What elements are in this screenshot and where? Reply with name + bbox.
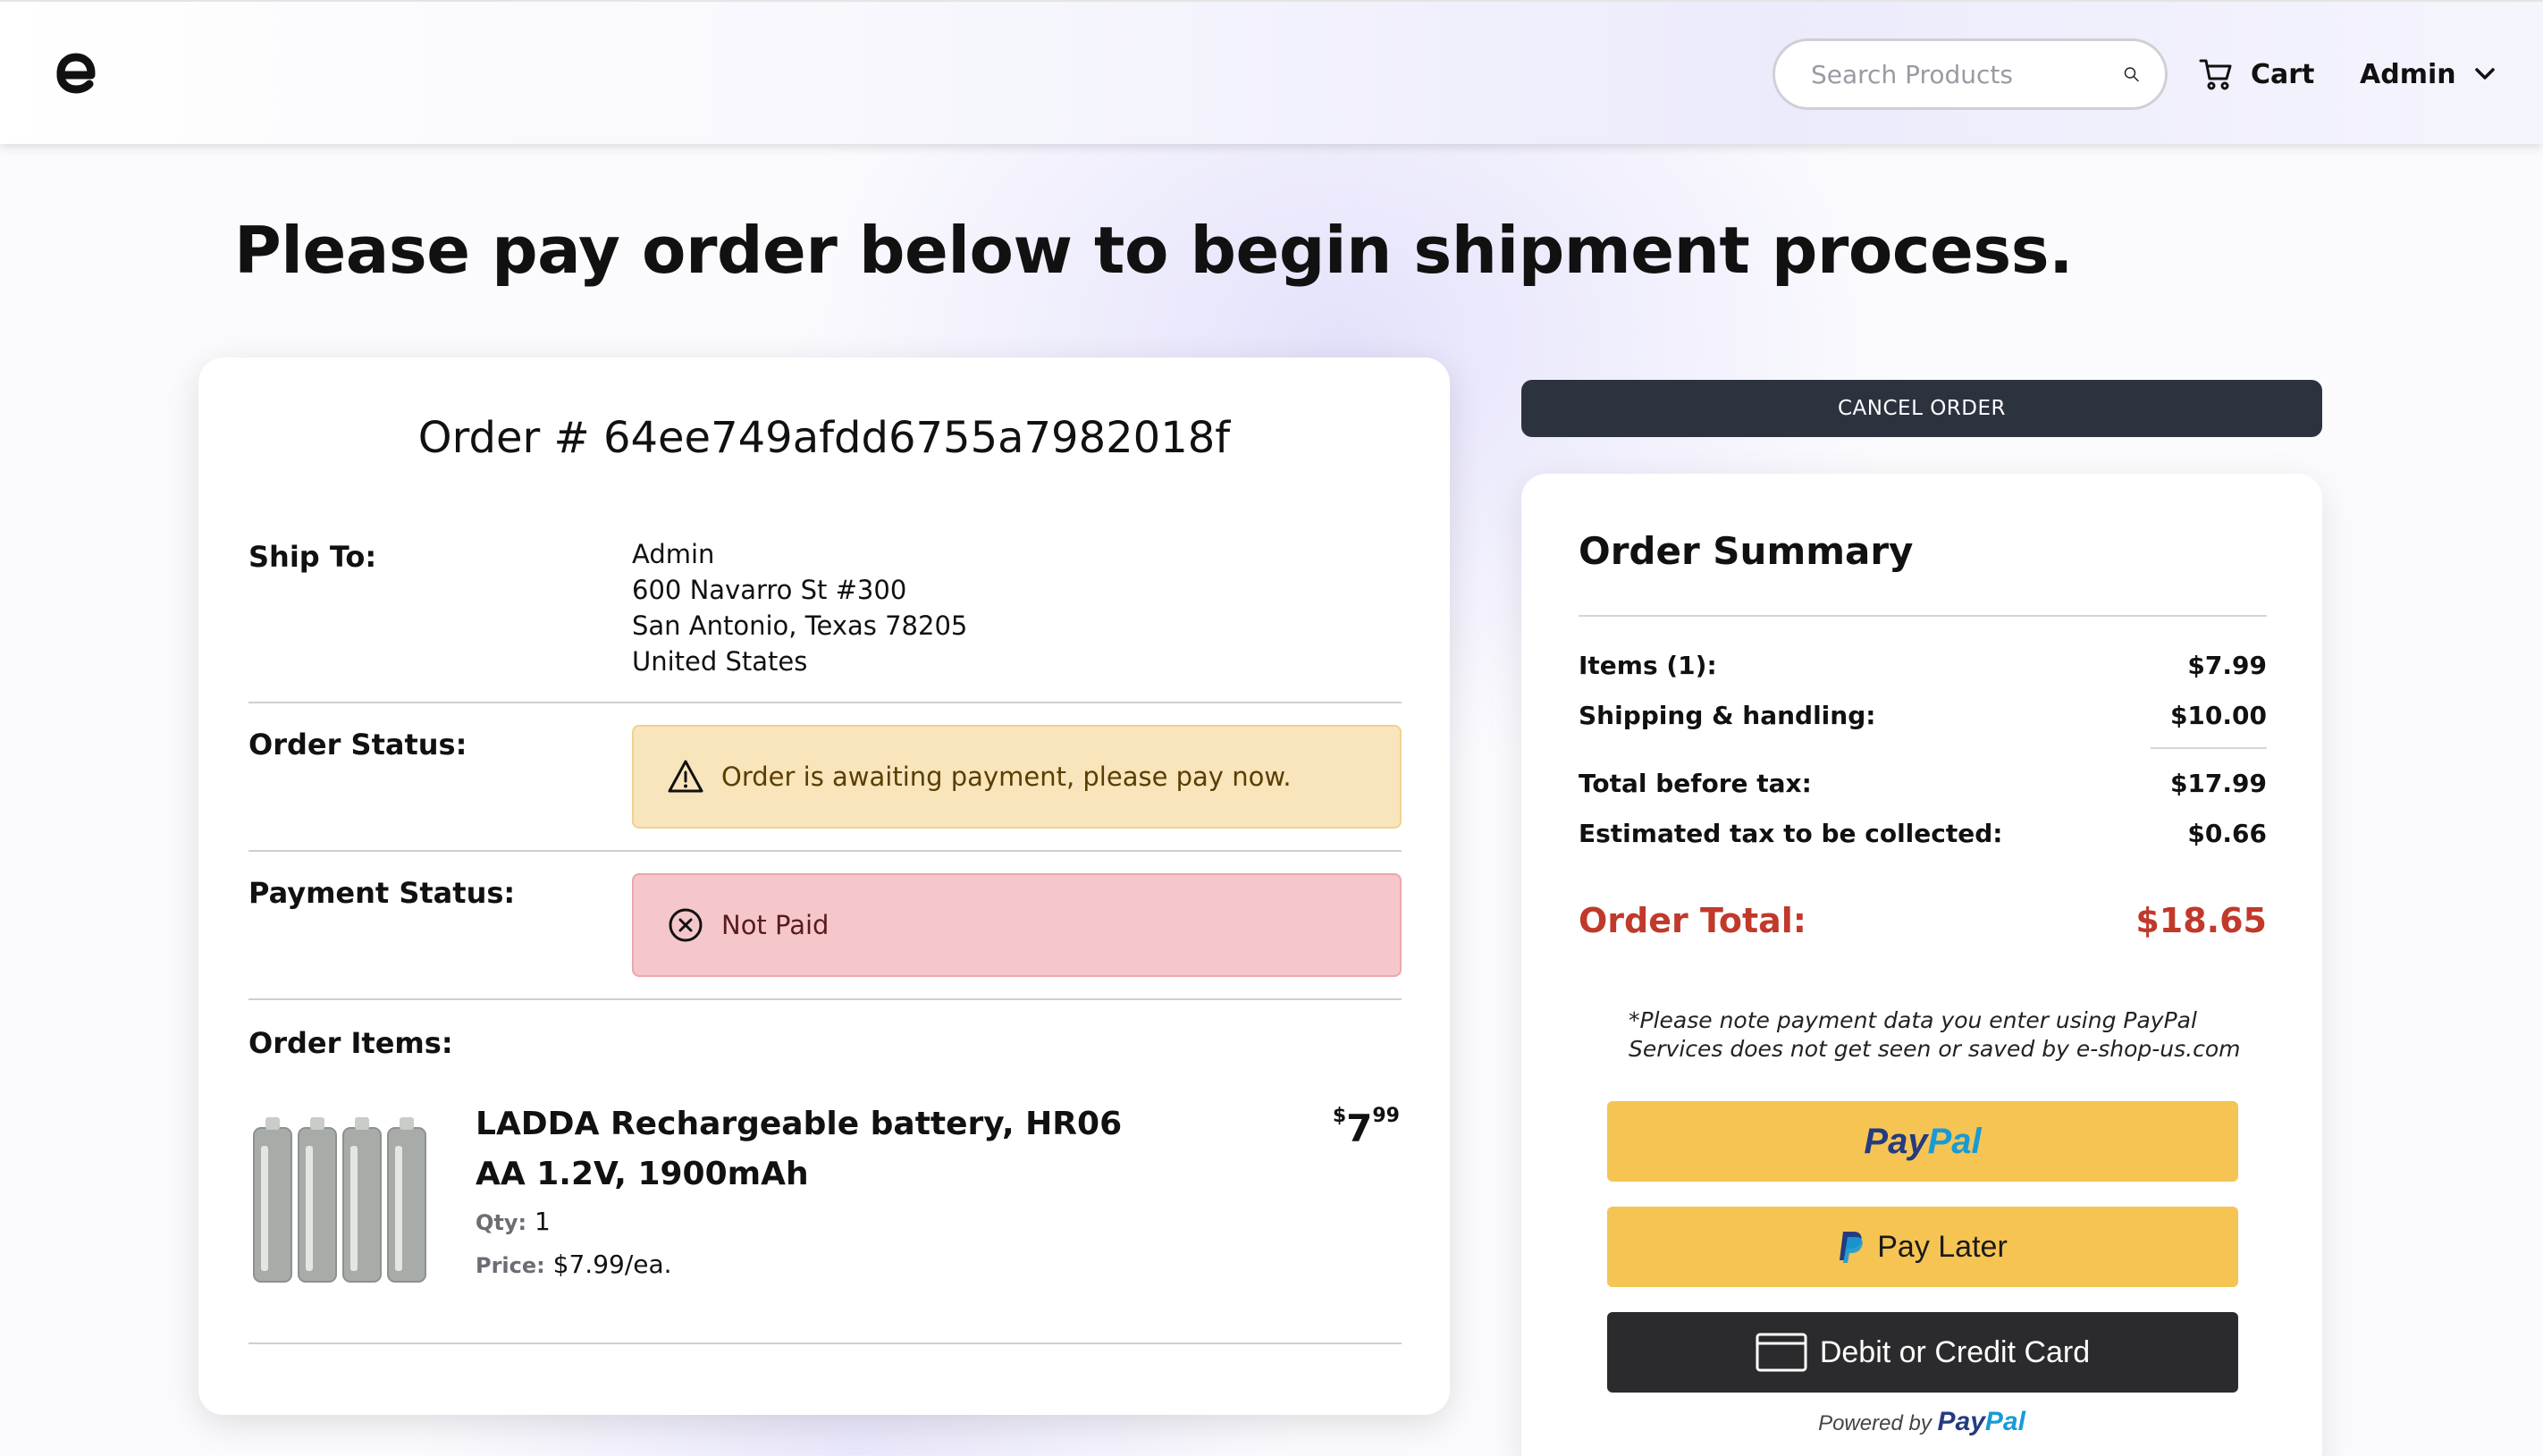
product-price: $799	[1333, 1105, 1400, 1150]
summary-shipping-row: Shipping & handling: $10.00	[1579, 701, 2267, 730]
ship-to-label: Ship To:	[248, 540, 377, 574]
payment-privacy-note: *Please note payment data you enter usin…	[1629, 1006, 2254, 1064]
product-name[interactable]: LADDA Rechargeable battery, HR06 AA 1.2V…	[476, 1099, 1155, 1199]
order-total-label: Order Total:	[1579, 901, 1806, 940]
cart-icon	[2199, 59, 2232, 90]
paypal-logo: PayPal	[1864, 1121, 1982, 1161]
divider	[1579, 615, 2267, 617]
cancel-order-button[interactable]: CANCEL ORDER	[1521, 380, 2322, 437]
order-status-text: Order is awaiting payment, please pay no…	[721, 762, 1292, 792]
close-circle-icon	[669, 908, 703, 942]
summary-shipping-label: Shipping & handling:	[1579, 701, 1876, 730]
credit-card-icon	[1756, 1333, 1807, 1372]
debit-credit-card-button[interactable]: Debit or Credit Card	[1607, 1312, 2238, 1393]
summary-items-label: Items (1):	[1579, 651, 1717, 680]
payment-status-alert: Not Paid	[632, 873, 1402, 977]
qty-label: Qty:	[476, 1210, 527, 1235]
page-title: Please pay order below to begin shipment…	[234, 213, 2073, 288]
order-total-value: $18.65	[2135, 901, 2267, 940]
search-box[interactable]	[1773, 38, 2168, 110]
order-details-card: Order # 64ee749afdd6755a7982018f Ship To…	[198, 358, 1450, 1415]
summary-tax-value: $0.66	[2187, 819, 2267, 848]
order-items-label: Order Items:	[248, 1026, 453, 1060]
price-whole: 7	[1346, 1107, 1373, 1150]
powered-by-paypal: Powered by PayPal	[1521, 1407, 2322, 1437]
logo-icon[interactable]	[50, 48, 100, 98]
summary-tax-label: Estimated tax to be collected:	[1579, 819, 2003, 848]
address-line: Admin	[632, 539, 715, 569]
paypal-button[interactable]: PayPal	[1607, 1101, 2238, 1182]
order-status-label: Order Status:	[248, 728, 467, 762]
cart-label: Cart	[2251, 58, 2315, 90]
pay-later-label: Pay Later	[1877, 1229, 2008, 1264]
debit-credit-card-label: Debit or Credit Card	[1819, 1334, 2091, 1369]
warning-icon	[668, 760, 703, 793]
qty-value: 1	[535, 1207, 551, 1236]
address-line: United States	[632, 646, 808, 677]
divider	[248, 702, 1402, 703]
address-line: San Antonio, Texas 78205	[632, 610, 968, 641]
shipping-address: Admin 600 Navarro St #300 San Antonio, T…	[632, 536, 967, 679]
product-qty: Qty: 1	[476, 1207, 551, 1236]
payment-status-text: Not Paid	[721, 910, 829, 940]
address-line: 600 Navarro St #300	[632, 575, 907, 605]
chevron-down-icon	[2474, 68, 2495, 80]
order-status-alert: Order is awaiting payment, please pay no…	[632, 725, 1402, 829]
price-each-value: $7.99/ea.	[552, 1250, 672, 1279]
order-id: Order # 64ee749afdd6755a7982018f	[417, 413, 1231, 463]
pay-later-button[interactable]: Pay Later	[1607, 1207, 2238, 1287]
divider	[248, 1342, 1402, 1344]
order-summary-card: Order Summary Items (1): $7.99 Shipping …	[1521, 474, 2322, 1456]
subtotal-divider	[2151, 747, 2267, 749]
powered-by-label: Powered by	[1818, 1411, 1932, 1435]
product-image[interactable]	[248, 1110, 436, 1289]
top-navbar: Cart Admin	[0, 0, 2543, 144]
paypal-logo: PayPal	[1937, 1407, 2025, 1436]
summary-before-tax-row: Total before tax: $17.99	[1579, 769, 2267, 798]
summary-tax-row: Estimated tax to be collected: $0.66	[1579, 819, 2267, 848]
summary-before-tax-value: $17.99	[2169, 769, 2267, 798]
summary-before-tax-label: Total before tax:	[1579, 769, 1812, 798]
note-line: *Please note payment data you enter usin…	[1629, 1007, 2197, 1033]
summary-items-value: $7.99	[2187, 651, 2267, 680]
summary-shipping-value: $10.00	[2169, 701, 2267, 730]
summary-title: Order Summary	[1579, 529, 1914, 573]
divider	[248, 998, 1402, 1000]
price-currency: $	[1332, 1105, 1347, 1127]
summary-items-row: Items (1): $7.99	[1579, 651, 2267, 680]
product-unit-price: Price: $7.99/ea.	[476, 1250, 672, 1279]
user-menu-label: Admin	[2360, 58, 2456, 90]
summary-total-row: Order Total: $18.65	[1579, 901, 2267, 940]
paypal-p-icon	[1840, 1232, 1863, 1263]
user-menu[interactable]: Admin	[2360, 54, 2497, 95]
price-cents: 99	[1372, 1105, 1400, 1127]
search-icon[interactable]	[2123, 57, 2140, 91]
note-line: Services does not get seen or saved by e…	[1629, 1036, 2241, 1062]
price-label: Price:	[476, 1253, 545, 1278]
divider	[248, 850, 1402, 852]
payment-status-label: Payment Status:	[248, 876, 516, 910]
search-input[interactable]	[1811, 59, 2123, 89]
cart-link[interactable]: Cart	[2199, 54, 2314, 95]
